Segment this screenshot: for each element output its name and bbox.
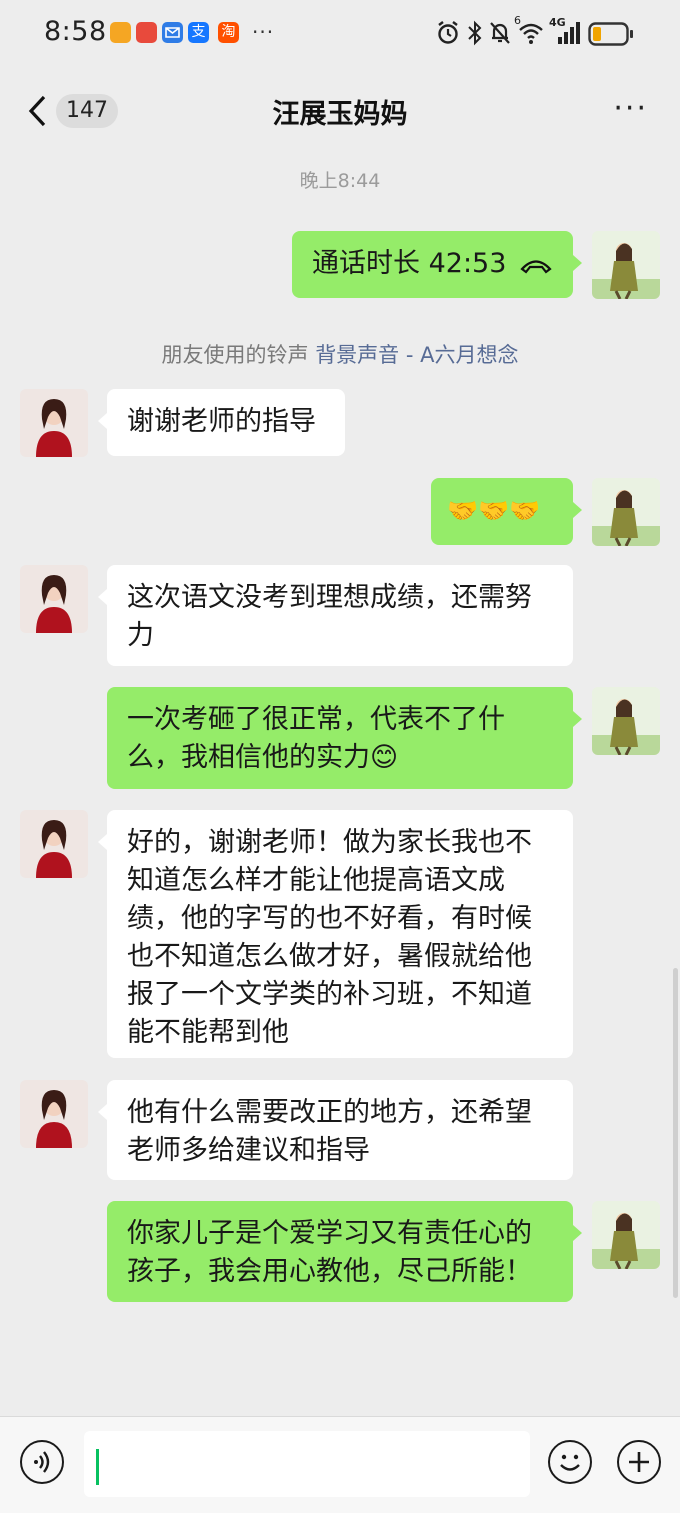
message-text: 这次语文没考到理想成绩，还需努力 xyxy=(127,582,532,651)
message-text: 好的，谢谢老师！做为家长我也不知道怎么样才能让他提高语文成绩，他的字写的也不好看… xyxy=(127,827,532,1048)
message-text: 一次考砸了很正常，代表不了什么，我相信他的实力😊 xyxy=(127,704,505,773)
my-avatar[interactable] xyxy=(592,231,660,299)
outgoing-message[interactable]: 一次考砸了很正常，代表不了什么，我相信他的实力😊 xyxy=(107,687,582,789)
ringtone-prefix: 朋友使用的铃声 xyxy=(161,343,316,367)
orange-app-icon xyxy=(110,22,131,43)
chat-title: 汪展玉妈妈 xyxy=(272,99,408,130)
incoming-message[interactable]: 好的，谢谢老师！做为家长我也不知道怎么样才能让他提高语文成绩，他的字写的也不好看… xyxy=(98,810,573,1058)
mail-icon xyxy=(162,22,183,43)
message-timestamp: 晚上8:44 xyxy=(299,170,381,192)
add-button[interactable] xyxy=(617,1440,661,1484)
signal-icon xyxy=(558,22,580,44)
status-time: 8:58 xyxy=(44,16,107,47)
plus-icon xyxy=(629,1452,649,1472)
my-avatar[interactable] xyxy=(592,478,660,546)
incoming-message[interactable]: 他有什么需要改正的地方，还希望老师多给建议和指导 xyxy=(98,1080,573,1180)
my-avatar[interactable] xyxy=(592,1201,660,1269)
alipay-icon: 支 xyxy=(188,22,209,43)
contact-avatar[interactable] xyxy=(20,389,88,457)
message-input[interactable] xyxy=(84,1431,530,1497)
battery-icon xyxy=(588,22,633,46)
more-options-icon[interactable]: ··· xyxy=(613,94,648,124)
outgoing-message[interactable]: 🤝🤝🤝 xyxy=(431,478,582,545)
call-record-bubble[interactable]: 通话时长 42:53 xyxy=(292,231,582,298)
emoji-icon xyxy=(560,1454,580,1471)
message-text: 他有什么需要改正的地方，还希望老师多给建议和指导 xyxy=(127,1097,532,1166)
chat-header: 147 汪展玉妈妈 ··· xyxy=(0,70,680,150)
wifi-icon xyxy=(519,23,543,44)
ringtone-link[interactable]: 背景声音 - A六月想念 xyxy=(315,343,518,367)
contact-avatar[interactable] xyxy=(20,565,88,633)
bluetooth-icon xyxy=(468,20,482,46)
alarm-icon xyxy=(438,21,458,44)
emoji-button[interactable] xyxy=(548,1440,592,1484)
my-avatar[interactable] xyxy=(592,687,660,755)
voice-icon xyxy=(34,1451,50,1473)
handshake-emoji-text: 🤝🤝🤝 xyxy=(447,496,541,525)
message-text: 你家儿子是个爱学习又有责任心的孩子，我会用心教他，尽己所能！ xyxy=(127,1218,532,1287)
ringtone-notice: 朋友使用的铃声 背景声音 - A六月想念 xyxy=(0,339,680,369)
message-text: 谢谢老师的指导 xyxy=(127,406,316,437)
text-caret xyxy=(96,1449,99,1485)
incoming-message[interactable]: 谢谢老师的指导 xyxy=(98,389,345,456)
mute-icon xyxy=(490,22,510,44)
outgoing-message[interactable]: 你家儿子是个爱学习又有责任心的孩子，我会用心教他，尽己所能！ xyxy=(107,1201,582,1302)
red-app-icon xyxy=(136,22,157,43)
contact-avatar[interactable] xyxy=(20,1080,88,1148)
contact-avatar[interactable] xyxy=(20,810,88,878)
voice-button[interactable] xyxy=(20,1440,64,1484)
incoming-message[interactable]: 这次语文没考到理想成绩，还需努力 xyxy=(98,565,573,666)
call-duration-text: 通话时长 42:53 xyxy=(312,248,507,279)
status-bar: 8:58 支 淘 ··· 6 4G xyxy=(0,0,680,70)
taobao-icon: 淘 xyxy=(218,22,239,43)
message-input-bar xyxy=(0,1416,680,1513)
notification-overflow-icon: ··· xyxy=(252,20,275,44)
hangup-phone-icon xyxy=(520,260,552,274)
chat-scrollbar[interactable] xyxy=(673,968,678,1298)
